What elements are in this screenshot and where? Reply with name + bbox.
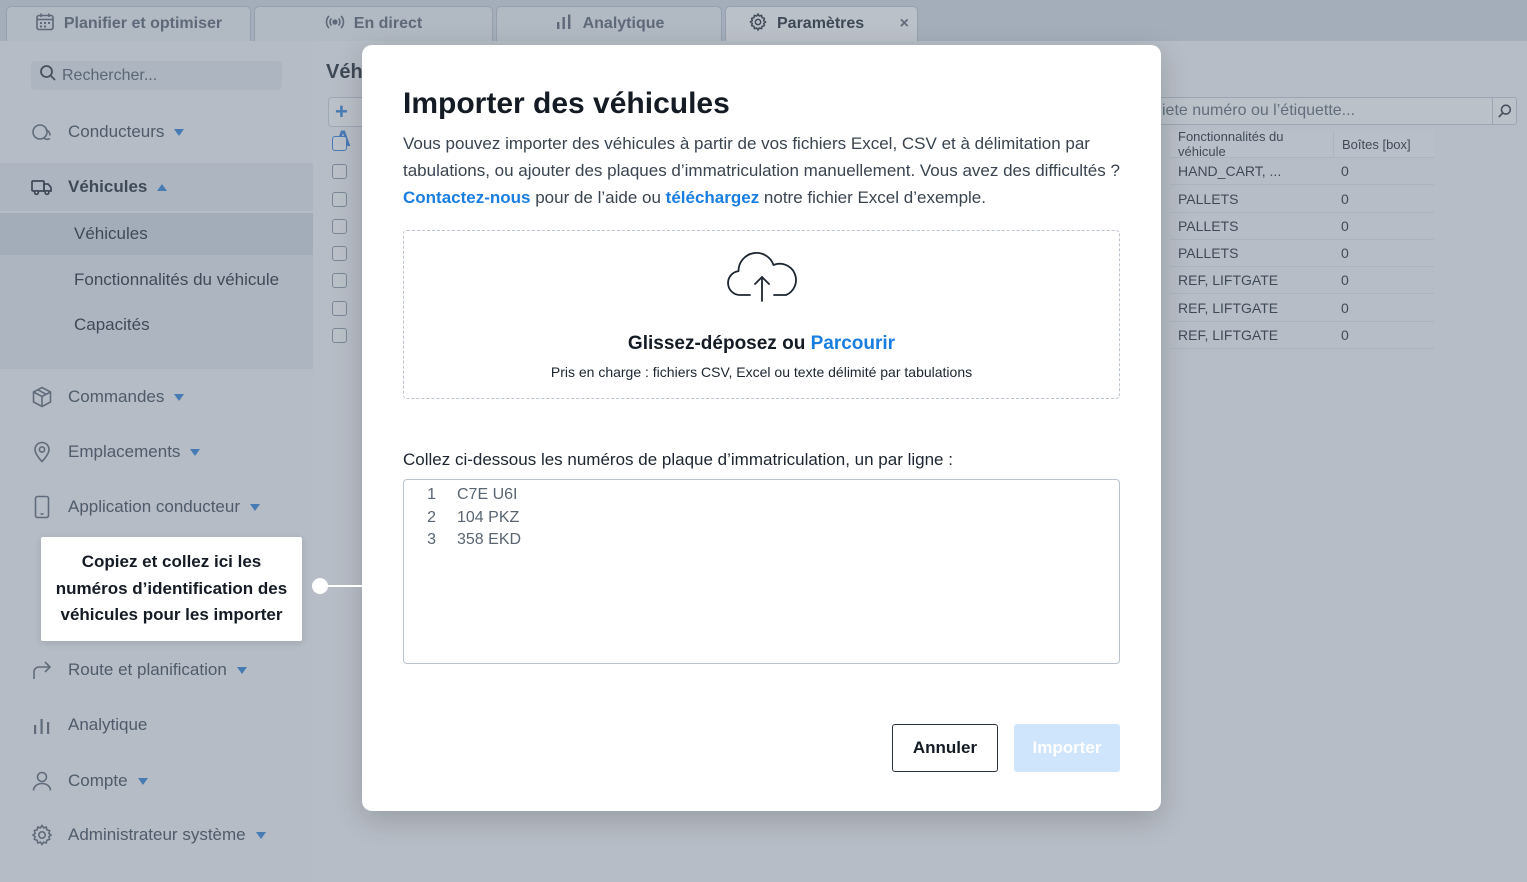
download-sample-link[interactable]: téléchargez [666, 188, 760, 207]
description-text: Vous pouvez importer des véhicules à par… [403, 134, 1120, 180]
plate-line: 1 C7E U6I [404, 484, 1119, 507]
supported-formats: Pris en charge : fichiers CSV, Excel ou … [550, 364, 973, 380]
browse-link[interactable]: Parcourir [811, 333, 895, 354]
contact-us-link[interactable]: Contactez-nous [403, 188, 531, 207]
dialog-title: Importer des véhicules [403, 87, 730, 120]
cloud-upload-icon [724, 251, 800, 307]
plate-line: 2 104 PKZ [404, 507, 1119, 530]
dropzone-text: Glissez-déposez ou [627, 333, 811, 354]
import-vehicles-dialog: Importer des véhicules Vous pouvez impor… [362, 45, 1161, 811]
callout-dot [312, 578, 328, 594]
plate-value: 104 PKZ [457, 508, 520, 526]
plate-value: 358 EKD [457, 531, 522, 549]
line-number: 1 [427, 486, 436, 504]
import-button[interactable]: Importer [1014, 724, 1120, 772]
plates-label: Collez ci-dessous les numéros de plaque … [403, 450, 953, 469]
plate-line: 3 358 EKD [404, 529, 1119, 552]
dialog-description: Vous pouvez importer des véhicules à par… [403, 130, 1123, 211]
dropzone-title: Glissez-déposez ou Parcourir [404, 333, 1119, 355]
description-text: notre fichier Excel d’exemple. [759, 188, 986, 207]
line-number: 3 [427, 531, 436, 549]
cancel-button[interactable]: Annuler [892, 724, 998, 772]
description-text: pour de l’aide ou [530, 188, 666, 207]
plate-value: C7E U6I [457, 486, 518, 504]
file-dropzone[interactable]: Glissez-déposez ou Parcourir Pris en cha… [403, 230, 1120, 399]
tooltip-callout: Copiez et collez ici les numéros d’ident… [41, 537, 302, 641]
line-number: 2 [427, 508, 436, 526]
plates-textarea[interactable]: 1 C7E U6I 2 104 PKZ 3 358 EKD [403, 479, 1120, 664]
